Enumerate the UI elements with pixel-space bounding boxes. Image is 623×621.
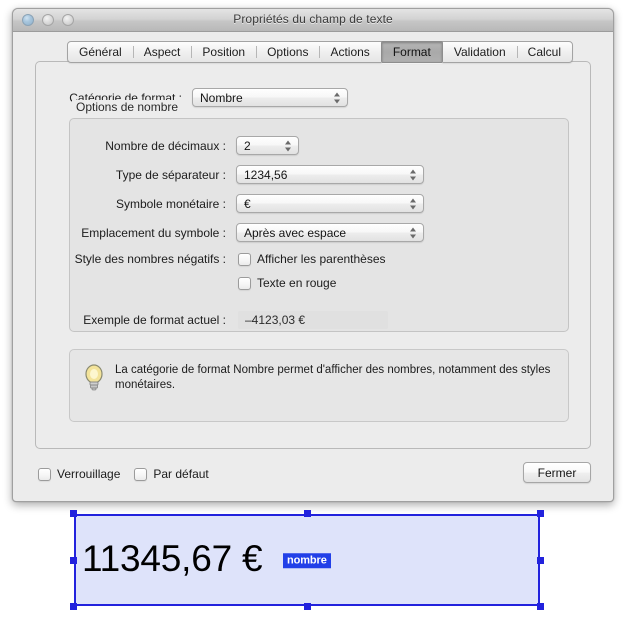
handle-top-center[interactable]	[303, 510, 311, 517]
field-box[interactable]: 11345,67 € nombre	[74, 514, 540, 606]
window-titlebar[interactable]: Propriétés du champ de texte	[13, 9, 613, 32]
group-title: Options de nombre	[72, 100, 183, 114]
symbol-placement-select[interactable]: Après avec espace	[236, 223, 424, 242]
updown-arrows-icon	[285, 139, 292, 152]
symbol-placement-select-value: Après avec espace	[244, 225, 347, 240]
handle-top-right[interactable]	[537, 510, 544, 517]
selected-text-field[interactable]: 11345,67 € nombre	[70, 510, 544, 610]
currency-symbol-select-value: €	[244, 196, 251, 211]
negative-style-row: Style des nombres négatifs : Afficher le…	[46, 252, 386, 266]
window-title: Propriétés du champ de texte	[233, 12, 393, 26]
separator-select[interactable]: 1234,56	[236, 165, 424, 184]
checkbox-default-label: Par défaut	[153, 467, 209, 481]
handle-bottom-left[interactable]	[70, 603, 77, 610]
tab-validation[interactable]: Validation	[443, 42, 517, 62]
decimals-select-value: 2	[244, 138, 251, 153]
example-value: –4123,03 €	[238, 311, 388, 329]
negative-style-label: Style des nombres négatifs :	[74, 252, 226, 266]
handle-middle-right[interactable]	[537, 556, 544, 564]
lightbulb-icon	[83, 363, 105, 391]
tab-bar-container: Général Aspect Position Options Actions …	[13, 32, 613, 63]
handle-top-left[interactable]	[70, 510, 77, 517]
tab-bar: Général Aspect Position Options Actions …	[67, 41, 574, 63]
decimals-label: Nombre de décimaux :	[105, 138, 226, 153]
tip-text: La catégorie de format Nombre permet d'a…	[115, 364, 551, 391]
tab-aspect[interactable]: Aspect	[132, 42, 192, 62]
field-name-badge: nombre	[283, 553, 331, 569]
handle-bottom-right[interactable]	[537, 603, 544, 610]
handle-bottom-center[interactable]	[303, 603, 311, 610]
close-dialog-button[interactable]: Fermer	[523, 462, 591, 483]
separator-select-value: 1234,56	[244, 167, 288, 182]
handle-middle-left[interactable]	[70, 556, 77, 564]
separator-row: Type de séparateur : 1234,56	[81, 165, 424, 184]
checkbox-default[interactable]: Par défaut	[134, 467, 209, 481]
category-select[interactable]: Nombre	[192, 88, 348, 107]
updown-arrows-icon	[334, 91, 341, 104]
properties-window: Propriétés du champ de texte Général Asp…	[12, 8, 614, 502]
checkbox-lock-box[interactable]	[38, 467, 51, 481]
updown-arrows-icon	[410, 197, 417, 210]
tab-general[interactable]: Général	[68, 42, 133, 62]
decimals-select[interactable]: 2	[236, 136, 299, 155]
format-panel: Catégorie de format : Nombre Options de …	[35, 61, 591, 449]
example-label: Exemple de format actuel :	[83, 313, 226, 327]
category-select-value: Nombre	[200, 90, 243, 105]
checkbox-lock[interactable]: Verrouillage	[38, 467, 120, 481]
tab-calcul[interactable]: Calcul	[516, 42, 572, 62]
example-row: Exemple de format actuel : –4123,03 €	[46, 311, 388, 329]
separator-label: Type de séparateur :	[115, 167, 226, 182]
currency-symbol-select[interactable]: €	[236, 194, 424, 213]
bottom-checkboxes: Verrouillage Par défaut	[38, 467, 209, 481]
checkbox-red-text-label: Texte en rouge	[257, 276, 337, 290]
tab-position[interactable]: Position	[191, 42, 256, 62]
decimals-row: Nombre de décimaux : 2	[81, 136, 299, 155]
checkbox-red-text-box[interactable]	[238, 276, 251, 290]
currency-symbol-row: Symbole monétaire : €	[81, 194, 424, 213]
tip-box: La catégorie de format Nombre permet d'a…	[69, 349, 569, 422]
checkbox-parentheses[interactable]: Afficher les parenthèses	[238, 252, 386, 266]
checkbox-red-text-row: Texte en rouge	[238, 276, 336, 290]
checkbox-lock-label: Verrouillage	[57, 467, 121, 481]
tab-actions[interactable]: Actions	[319, 42, 380, 62]
checkbox-default-box[interactable]	[134, 467, 148, 481]
symbol-placement-label: Emplacement du symbole :	[81, 225, 226, 240]
checkbox-red-text[interactable]: Texte en rouge	[238, 276, 336, 290]
updown-arrows-icon	[410, 168, 417, 181]
dialog-bottom-bar: Verrouillage Par défaut Fermer	[13, 451, 613, 501]
updown-arrows-icon	[410, 226, 417, 239]
tab-format[interactable]: Format	[380, 41, 443, 63]
currency-symbol-label: Symbole monétaire :	[115, 196, 226, 211]
checkbox-parentheses-label: Afficher les parenthèses	[257, 252, 386, 266]
symbol-placement-row: Emplacement du symbole : Après avec espa…	[61, 223, 424, 242]
field-value-text: 11345,67 €	[82, 538, 263, 580]
tab-options[interactable]: Options	[256, 42, 319, 62]
checkbox-parentheses-box[interactable]	[238, 252, 251, 266]
